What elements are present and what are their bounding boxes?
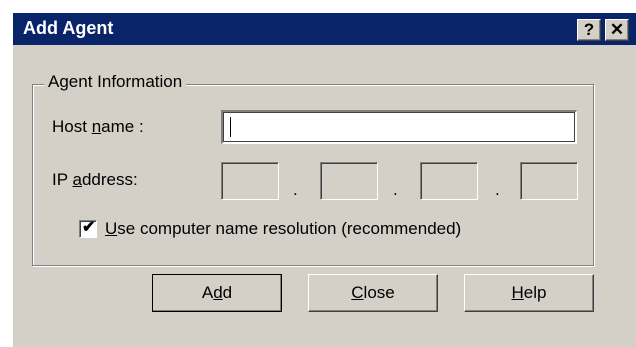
name-resolution-label[interactable]: Use computer name resolution (recommende…: [105, 219, 461, 239]
ip-octet-2[interactable]: [320, 162, 378, 200]
checkmark-icon: ✔: [82, 219, 96, 236]
name-resolution-checkbox[interactable]: ✔: [79, 219, 97, 238]
help-button[interactable]: Help: [464, 274, 594, 312]
close-icon[interactable]: ✕: [605, 19, 629, 41]
add-button[interactable]: Add: [152, 274, 282, 312]
ip-address-label: IP address:: [52, 170, 138, 189]
host-name-label: Host name :: [52, 117, 144, 136]
ip-octet-1[interactable]: [221, 162, 279, 200]
host-name-input[interactable]: [221, 110, 577, 144]
text-caret: [230, 117, 231, 137]
ip-octet-3[interactable]: [420, 162, 478, 200]
ip-separator: .: [495, 180, 500, 199]
dialog-title: Add Agent: [23, 18, 114, 38]
ip-octet-4[interactable]: [520, 162, 578, 200]
ip-separator: .: [293, 180, 298, 199]
title-bar[interactable]: Add Agent ? ✕: [13, 13, 636, 45]
group-legend: Agent Information: [44, 72, 187, 92]
close-button[interactable]: Close: [308, 274, 438, 312]
ip-separator: .: [393, 180, 398, 199]
help-icon[interactable]: ?: [577, 19, 601, 41]
